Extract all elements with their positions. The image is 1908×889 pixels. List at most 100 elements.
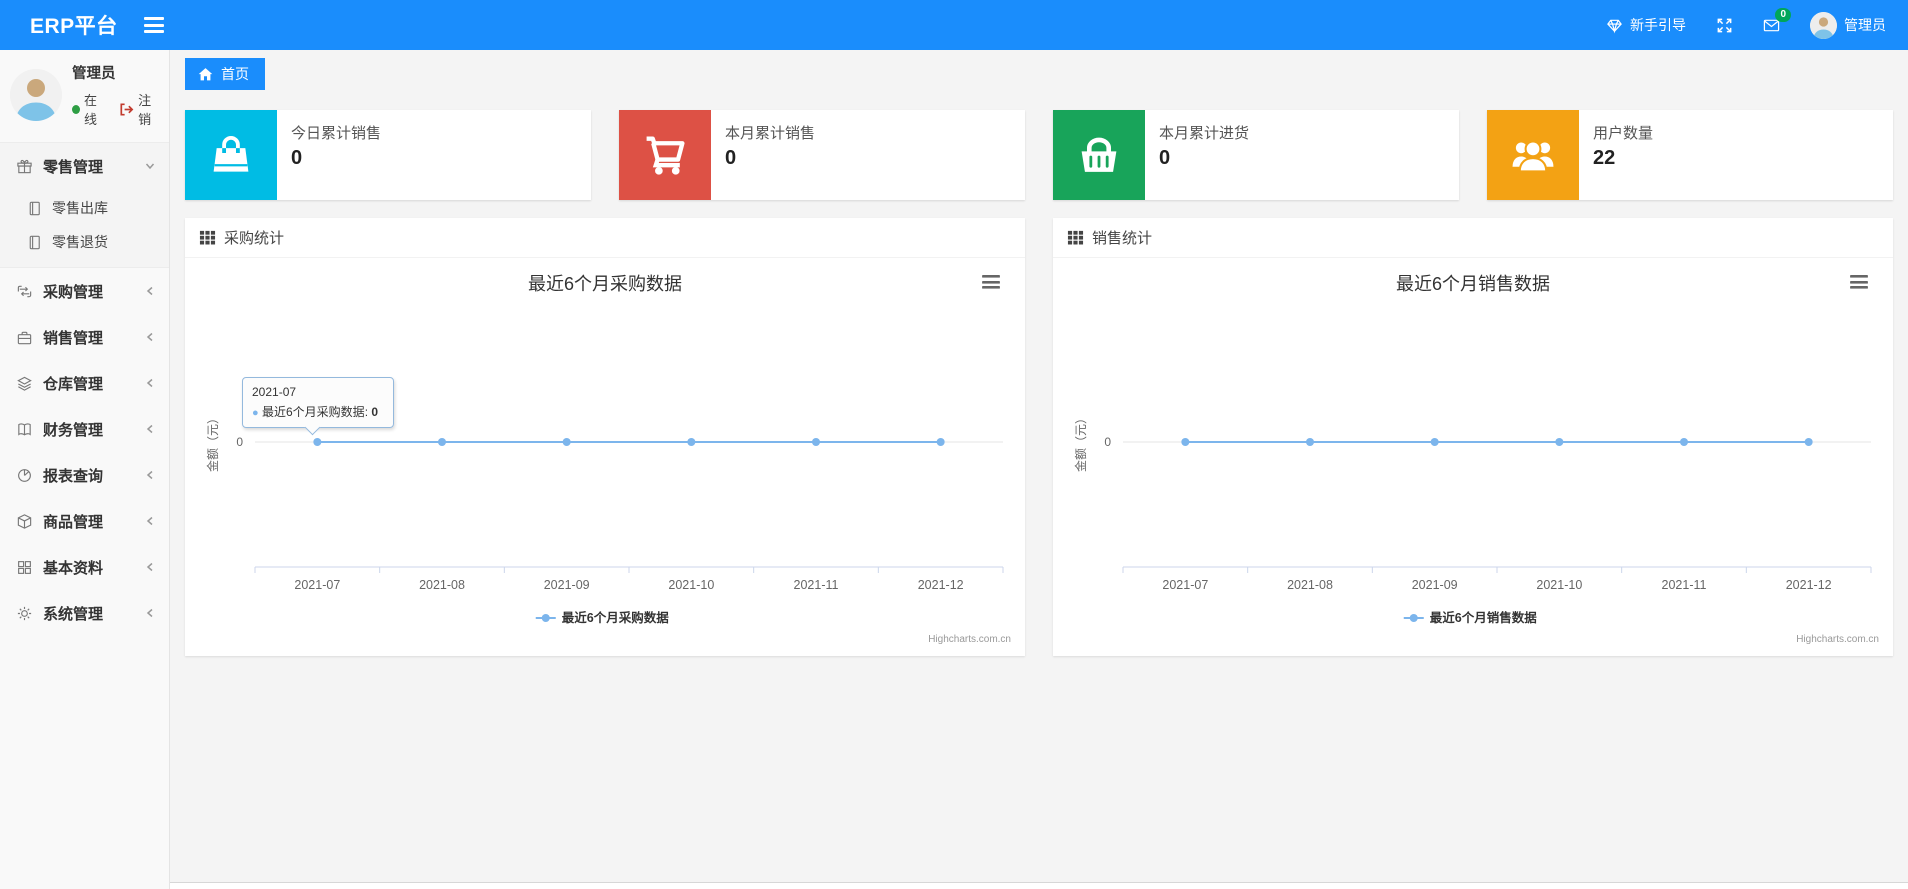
- svg-text:金额（元）: 金额（元）: [205, 412, 220, 472]
- stat-card-value: 0: [1159, 147, 1171, 169]
- svg-text:最近6个月销售数据: 最近6个月销售数据: [1430, 610, 1537, 625]
- online-status-dot: [72, 104, 80, 114]
- sidebar-item-finance[interactable]: 财务管理: [0, 406, 169, 452]
- svg-text:2021-12: 2021-12: [918, 578, 964, 592]
- guide-button[interactable]: 新手引导: [1606, 15, 1686, 35]
- legend-item[interactable]: 最近6个月销售数据: [1403, 610, 1537, 625]
- breadcrumb-home-tab[interactable]: 首页: [185, 58, 265, 90]
- sidebar: 管理员 在线 注销 零售管理 零售出库 零售退货 采购管理 销售管理 仓库管理 …: [0, 50, 170, 889]
- sidebar-item-warehouse[interactable]: 仓库管理: [0, 360, 169, 406]
- sidebar-item-sales[interactable]: 销售管理: [0, 314, 169, 360]
- layers-icon: [17, 376, 32, 391]
- chevron-left-icon: [146, 332, 153, 342]
- svg-text:2021-11: 2021-11: [794, 578, 839, 592]
- brand-logo[interactable]: ERP平台: [0, 10, 136, 40]
- line-chart: 最近6个月采购数据金额（元） 02021-07 2021-08 2021-09 2021…: [205, 274, 1011, 645]
- sidebar-item-products[interactable]: 商品管理: [0, 498, 169, 544]
- sidebar-user-panel: 管理员 在线 注销: [0, 50, 169, 142]
- sidebar-item-reports[interactable]: 报表查询: [0, 452, 169, 498]
- navbar-username: 管理员: [1844, 17, 1886, 33]
- stat-cards-row: 今日累计销售 0 本月累计销售 0 本月累计进货 0 用户数量 22: [185, 110, 1893, 200]
- sidebar-item-label: 报表查询: [43, 467, 104, 485]
- fullscreen-icon: [1717, 18, 1732, 32]
- sidebar-item-label: 基本资料: [43, 559, 104, 577]
- stat-card-value: 22: [1593, 147, 1616, 169]
- sidebar-item-label: 系统管理: [43, 605, 104, 623]
- gift-icon: [17, 159, 32, 173]
- svg-text:2021-11: 2021-11: [1662, 578, 1707, 592]
- chevron-down-icon: [145, 163, 155, 170]
- chart-credit[interactable]: Highcharts.com.cn: [1796, 634, 1879, 645]
- stat-card-today-sales: 今日累计销售 0: [185, 110, 591, 200]
- avatar: [1810, 11, 1837, 39]
- grid-icon: [18, 560, 31, 574]
- sidebar-item-basic-data[interactable]: 基本资料: [0, 544, 169, 590]
- messages-button[interactable]: 0: [1763, 7, 1791, 34]
- message-count-badge: 0: [1775, 7, 1791, 22]
- book-open-icon: [18, 422, 31, 436]
- sales-stats-panel: 销售统计 最近6个月销售数据 金额（元） 0 2021-07 2021-08 2021-0…: [1053, 218, 1893, 656]
- stat-card-label: 本月累计销售: [725, 125, 816, 142]
- tooltip-value: 0: [371, 405, 379, 419]
- th-grid-icon: [199, 230, 216, 245]
- purchase-chart: 最近6个月采购数据 金额（元） 0 2021-07 2021-08 2021-09 2021…: [185, 258, 1025, 656]
- gear-icon: [17, 606, 32, 620]
- panel-title: 销售统计: [1092, 230, 1153, 247]
- users-icon: [1512, 140, 1554, 173]
- submenu-item-label: 零售出库: [52, 200, 108, 216]
- shopping-bag-icon: [213, 135, 249, 172]
- gem-icon: [1607, 19, 1622, 34]
- sidebar-item-label: 零售管理: [43, 158, 104, 176]
- sidebar-item-retail[interactable]: 零售管理: [0, 143, 169, 189]
- briefcase-icon: [17, 331, 32, 344]
- fullscreen-button[interactable]: [1716, 17, 1733, 34]
- chevron-left-icon: [146, 286, 153, 296]
- chart-credit[interactable]: Highcharts.com.cn: [928, 634, 1011, 645]
- package-icon: [17, 513, 32, 529]
- stat-card-label: 今日累计销售: [291, 125, 382, 142]
- svg-text:2021-10: 2021-10: [668, 578, 714, 592]
- svg-text:2021-07: 2021-07: [1162, 578, 1208, 592]
- svg-text:2021-07: 2021-07: [294, 578, 340, 592]
- stat-card-month-sales: 本月累计销售 0: [619, 110, 1025, 200]
- stat-card-label: 本月累计进货: [1159, 125, 1250, 142]
- panel-title: 采购统计: [224, 230, 285, 247]
- chevron-left-icon: [146, 470, 153, 480]
- sidebar-item-retail-return[interactable]: 零售退货: [0, 225, 169, 259]
- chart-panels-row: 采购统计 最近6个月采购数据 金额（元） 0 2021-07 2021-08 2021-0…: [185, 218, 1893, 656]
- svg-text:最近6个月销售数据: 最近6个月销售数据: [1396, 274, 1550, 294]
- sidebar-item-label: 商品管理: [43, 513, 104, 531]
- chart-tooltip: 2021-07 ● 最近6个月采购数据: 0: [242, 377, 394, 428]
- stat-card-user-count: 用户数量 22: [1487, 110, 1893, 200]
- line-chart: 最近6个月销售数据金额（元） 02021-07 2021-08 2021-09 2021…: [1073, 274, 1879, 645]
- sales-chart: 最近6个月销售数据 金额（元） 0 2021-07 2021-08 2021-09 2021…: [1053, 258, 1893, 656]
- navbar-user-menu[interactable]: 管理员: [1810, 11, 1886, 39]
- svg-text:最近6个月采购数据: 最近6个月采购数据: [528, 274, 682, 294]
- svg-text:0: 0: [1104, 435, 1111, 449]
- repeat-icon: [17, 285, 32, 297]
- stat-card-value: 0: [291, 147, 303, 169]
- tooltip-series-name: 最近6个月采购数据: [262, 405, 365, 419]
- chevron-left-icon: [146, 562, 153, 572]
- svg-text:2021-10: 2021-10: [1536, 578, 1582, 592]
- main-content: 首页 今日累计销售 0 本月累计销售 0 本月累计进货 0 用户数量 22 采购…: [170, 50, 1908, 889]
- sidebar-item-label: 财务管理: [43, 421, 104, 439]
- sidebar-item-system[interactable]: 系统管理: [0, 590, 169, 636]
- logout-link[interactable]: 注销: [118, 90, 159, 128]
- shopping-basket-icon: [1081, 137, 1117, 172]
- chart-export-menu-button[interactable]: [1849, 274, 1869, 290]
- svg-text:2021-08: 2021-08: [419, 578, 465, 592]
- svg-text:2021-09: 2021-09: [1412, 578, 1458, 592]
- chart-export-menu-button[interactable]: [981, 274, 1001, 290]
- online-status-label: 在线: [84, 93, 98, 127]
- book-icon: [29, 235, 40, 249]
- sidebar-item-purchase[interactable]: 采购管理: [0, 268, 169, 314]
- sidebar-toggle-icon[interactable]: [143, 17, 164, 33]
- guide-label: 新手引导: [1630, 17, 1686, 33]
- legend-item[interactable]: 最近6个月采购数据: [535, 610, 669, 625]
- chevron-left-icon: [146, 608, 153, 618]
- stat-card-value: 0: [725, 147, 737, 169]
- series-marker-dot: ●: [252, 407, 259, 419]
- breadcrumb-label: 首页: [221, 66, 249, 82]
- sidebar-item-retail-outbound[interactable]: 零售出库: [0, 191, 169, 225]
